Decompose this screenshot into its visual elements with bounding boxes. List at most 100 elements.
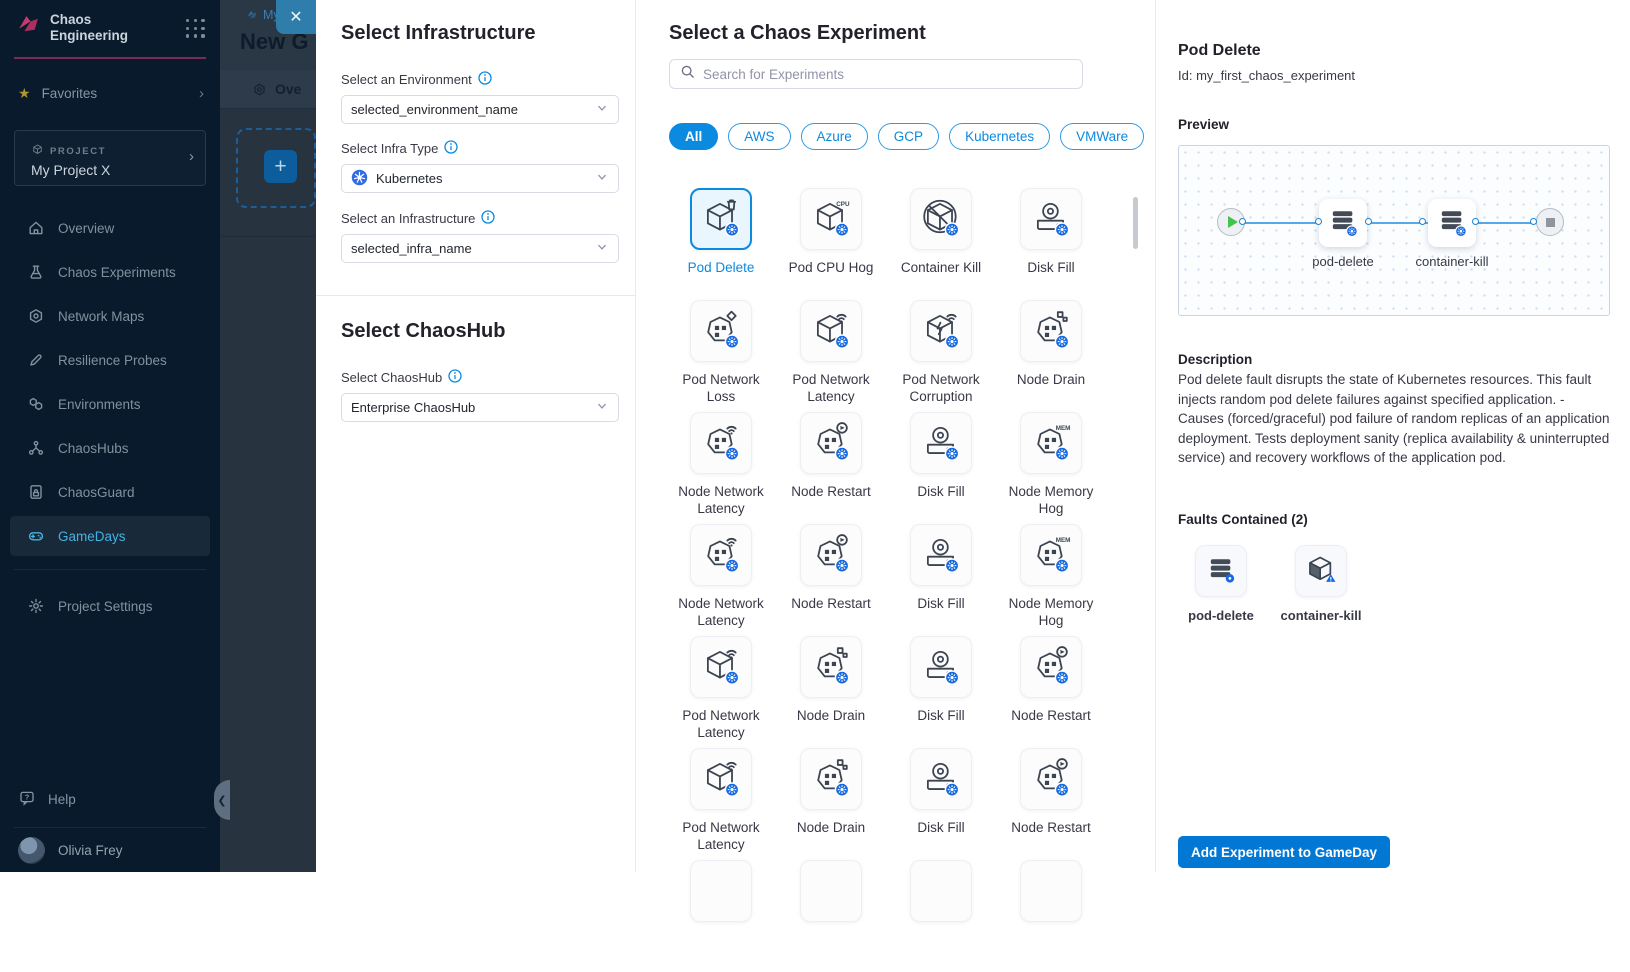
experiment-card-disk-fill[interactable]: Disk Fill [886, 636, 996, 748]
filter-chip-gcp[interactable]: GCP [878, 123, 939, 150]
experiment-card-disk-fill[interactable]: Disk Fill [886, 524, 996, 636]
experiment-card-partial[interactable] [776, 860, 886, 972]
sidebar-item-network-maps[interactable]: Network Maps [0, 294, 220, 338]
experiment-card-label: Disk Fill [887, 483, 995, 500]
tab-overview[interactable]: Ove [220, 70, 316, 109]
scrollbar-thumb[interactable] [1133, 197, 1138, 249]
project-selector[interactable]: PROJECT My Project X › [14, 130, 206, 186]
user-profile[interactable]: Olivia Frey [18, 837, 123, 864]
description-text: Pod delete fault disrupts the state of K… [1178, 370, 1612, 468]
cube-wifi-icon [700, 644, 742, 691]
experiment-card-partial[interactable] [886, 860, 996, 972]
filter-chip-vmware[interactable]: VMWare [1060, 123, 1144, 150]
experiment-card-node-drain[interactable]: Node Drain [776, 748, 886, 860]
experiment-search[interactable] [669, 59, 1083, 89]
node-mem-icon: MEM [1030, 420, 1072, 467]
experiment-card-disk-fill[interactable]: Disk Fill [996, 188, 1106, 300]
sidebar-item-chaoshubs[interactable]: ChaosHubs [0, 426, 220, 470]
infra-type-select[interactable]: Kubernetes [341, 164, 619, 193]
sidebar-item-chaos-experiments[interactable]: Chaos Experiments [0, 250, 220, 294]
experiment-card-partial[interactable] [996, 860, 1106, 972]
experiment-card-node-network-latency[interactable]: Node Network Latency [666, 412, 776, 524]
chevron-down-icon [595, 170, 609, 187]
background-divider [220, 236, 316, 237]
experiment-card-disk-fill[interactable]: Disk Fill [886, 412, 996, 524]
experiment-card-pod-delete[interactable]: Pod Delete [666, 188, 776, 300]
experiment-card-node-restart[interactable]: Node Restart [776, 412, 886, 524]
sidebar-item-help[interactable]: ? Help [18, 789, 76, 810]
disk-icon [920, 644, 962, 691]
node-drain-icon [810, 756, 852, 803]
connector-dot [1419, 218, 1426, 225]
preview-label: Preview [1178, 117, 1229, 132]
experiment-card-pod-network-latency[interactable]: Pod Network Latency [666, 748, 776, 860]
info-icon[interactable] [478, 71, 492, 88]
experiment-card-node-drain[interactable]: Node Drain [776, 636, 886, 748]
search-input[interactable] [703, 67, 1072, 82]
close-drawer-button[interactable]: ✕ [276, 0, 316, 34]
gear-hex-icon [252, 82, 267, 97]
sidebar-favorites[interactable]: ★ Favorites › [18, 85, 204, 102]
infrastructure-panel-title: Select Infrastructure [341, 22, 536, 45]
experiment-card-node-memory-hog[interactable]: MEM Node Memory Hog [996, 412, 1106, 524]
experiment-card-node-memory-hog[interactable]: MEM Node Memory Hog [996, 524, 1106, 636]
experiment-card-pod-network-latency[interactable]: Pod Network Latency [776, 300, 886, 412]
sidebar-item-environments[interactable]: Environments [0, 382, 220, 426]
add-button[interactable]: + [264, 150, 297, 183]
disk-icon [920, 532, 962, 579]
favorites-label: Favorites [42, 86, 98, 101]
info-icon[interactable] [481, 210, 495, 227]
experiment-card-container-kill[interactable]: Container Kill [886, 188, 996, 300]
background-page: My Proj New G Ove + [220, 0, 316, 872]
probe-icon [27, 351, 45, 369]
pipeline-end-node[interactable] [1536, 208, 1564, 236]
experiment-card-node-restart[interactable]: Node Restart [996, 748, 1106, 860]
sidebar-item-gamedays[interactable]: GameDays [0, 514, 220, 558]
disk-icon [920, 420, 962, 467]
experiment-card-label: Node Drain [777, 707, 885, 724]
experiment-card-node-restart[interactable]: Node Restart [776, 524, 886, 636]
experiment-card-pod-network-corruption[interactable]: Pod Network Corruption [886, 300, 996, 412]
experiment-card-pod-network-loss[interactable]: Pod Network Loss [666, 300, 776, 412]
info-icon[interactable] [444, 140, 458, 157]
experiment-card-disk-fill[interactable]: Disk Fill [886, 748, 996, 860]
experiment-card-node-network-latency[interactable]: Node Network Latency [666, 524, 776, 636]
experiment-card-pod-network-latency[interactable]: Pod Network Latency [666, 636, 776, 748]
sidebar-item-label: Network Maps [58, 309, 144, 324]
sidebar-item-label: Project Settings [58, 599, 153, 614]
experiment-id: Id: my_first_chaos_experiment [1178, 68, 1355, 83]
pipeline-node-pod-delete[interactable] [1319, 199, 1367, 247]
fault-card-pod-delete[interactable] [1195, 545, 1247, 597]
environment-select[interactable]: selected_environment_name [341, 95, 619, 124]
grid-menu-icon[interactable] [186, 19, 206, 39]
sidebar-item-chaosguard[interactable]: ChaosGuard [0, 470, 220, 514]
experiment-card-label: Node Restart [997, 819, 1105, 836]
panel-divider [1155, 0, 1156, 872]
filter-chip-aws[interactable]: AWS [728, 123, 790, 150]
experiment-card-label: Node Memory Hog [997, 483, 1105, 517]
experiment-card-node-drain[interactable]: Node Drain [996, 300, 1106, 412]
gear-icon [27, 597, 45, 615]
chaoshub-panel-title: Select ChaosHub [341, 320, 505, 343]
filter-chip-kubernetes[interactable]: Kubernetes [949, 123, 1050, 150]
sidebar-item-resilience-probes[interactable]: Resilience Probes [0, 338, 220, 382]
experiment-card-label: Disk Fill [997, 259, 1105, 276]
chaoshub-select[interactable]: Enterprise ChaosHub [341, 393, 619, 422]
infrastructure-select[interactable]: selected_infra_name [341, 234, 619, 263]
experiment-card-pod-cpu-hog[interactable]: CPU Pod CPU Hog [776, 188, 886, 300]
fault-card-container-kill[interactable] [1295, 545, 1347, 597]
add-experiment-to-gameday-button[interactable]: Add Experiment to GameDay [1178, 836, 1390, 868]
experiment-card-node-restart[interactable]: Node Restart [996, 636, 1106, 748]
experiment-card-label: Pod Network Latency [777, 371, 885, 405]
disk-icon [920, 756, 962, 803]
experiment-card-label: Pod Network Loss [667, 371, 775, 405]
pipeline-node-container-kill[interactable] [1428, 199, 1476, 247]
experiment-card-partial[interactable] [666, 860, 776, 972]
info-icon[interactable] [448, 369, 462, 386]
filter-chip-azure[interactable]: Azure [801, 123, 868, 150]
filter-chip-all[interactable]: All [669, 123, 718, 150]
sidebar-item-overview[interactable]: Overview [0, 206, 220, 250]
sidebar-item-project-settings[interactable]: Project Settings [0, 584, 220, 628]
experiment-card-label: Container Kill [887, 259, 995, 276]
sidebar: Chaos Engineering ★ Favorites › PROJECT … [0, 0, 220, 872]
